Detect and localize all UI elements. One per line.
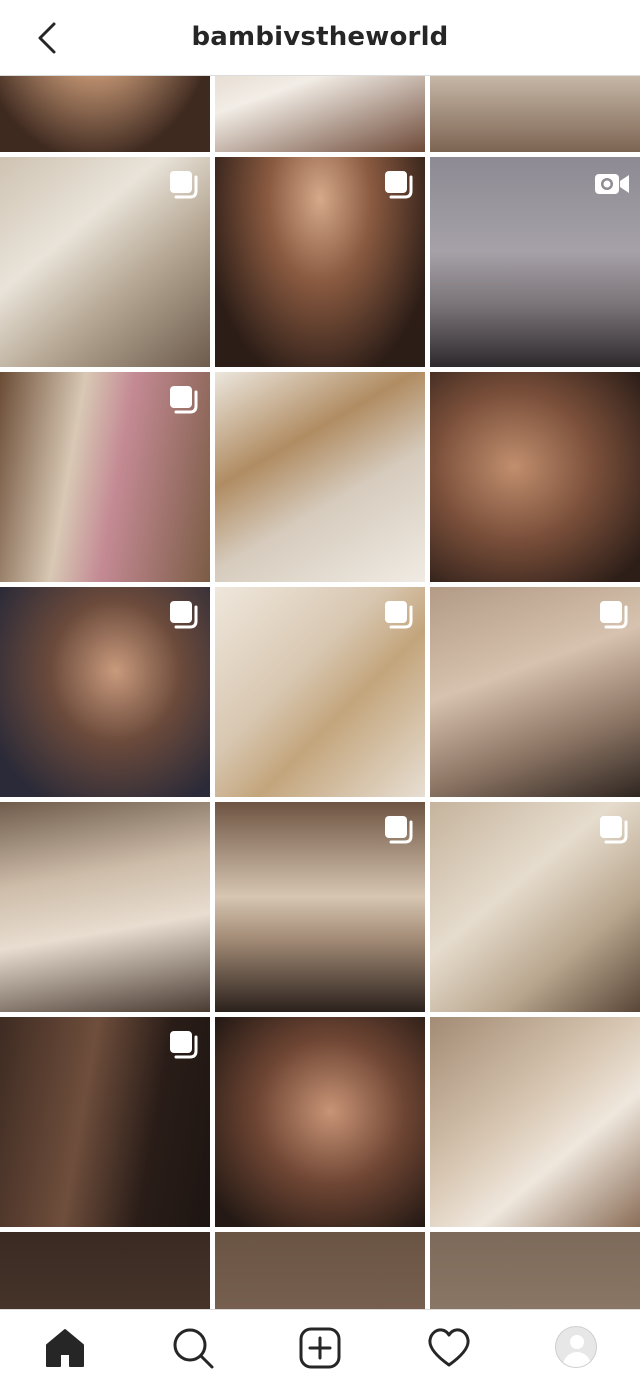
search-icon: [173, 1328, 214, 1369]
heart-icon: [428, 1328, 470, 1367]
carousel-icon: [383, 169, 413, 199]
carousel-icon: [598, 599, 628, 629]
nav-home-button[interactable]: [43, 1326, 87, 1370]
carousel-icon: [168, 169, 198, 199]
posts-grid-viewport[interactable]: [0, 76, 640, 1309]
nav-new-post-button[interactable]: [298, 1326, 342, 1370]
post-thumbnail[interactable]: [215, 1017, 425, 1227]
nav-search-button[interactable]: [171, 1326, 215, 1370]
posts-grid: [0, 76, 640, 1309]
post-thumbnail[interactable]: [215, 76, 425, 152]
carousel-icon: [598, 814, 628, 844]
post-thumbnail[interactable]: [215, 587, 425, 797]
home-icon: [46, 1329, 84, 1367]
post-thumbnail[interactable]: [215, 802, 425, 1012]
post-thumbnail[interactable]: [430, 1017, 640, 1227]
post-thumbnail[interactable]: [0, 372, 210, 582]
carousel-icon: [383, 814, 413, 844]
post-thumbnail[interactable]: [0, 587, 210, 797]
carousel-icon: [168, 599, 198, 629]
carousel-icon: [168, 384, 198, 414]
post-thumbnail[interactable]: [430, 1232, 640, 1309]
post-thumbnail[interactable]: [430, 587, 640, 797]
post-thumbnail[interactable]: [430, 372, 640, 582]
video-camera-icon: [594, 169, 630, 199]
carousel-icon: [383, 599, 413, 629]
nav-profile-button[interactable]: [555, 1326, 599, 1370]
post-thumbnail[interactable]: [0, 802, 210, 1012]
post-thumbnail[interactable]: [0, 157, 210, 367]
post-thumbnail[interactable]: [0, 1232, 210, 1309]
post-thumbnail[interactable]: [430, 802, 640, 1012]
post-thumbnail[interactable]: [430, 76, 640, 152]
nav-activity-button[interactable]: [427, 1326, 471, 1370]
carousel-icon: [168, 1029, 198, 1059]
bottom-navigation: [0, 1309, 640, 1386]
profile-username-title: bambivstheworld: [191, 22, 449, 52]
avatar-icon: [555, 1326, 597, 1368]
plus-square-icon: [299, 1327, 341, 1369]
post-thumbnail[interactable]: [0, 76, 210, 152]
post-thumbnail[interactable]: [215, 157, 425, 367]
post-thumbnail[interactable]: [215, 1232, 425, 1309]
post-thumbnail[interactable]: [0, 1017, 210, 1227]
post-thumbnail[interactable]: [215, 372, 425, 582]
top-bar: bambivstheworld: [0, 0, 640, 76]
post-thumbnail[interactable]: [430, 157, 640, 367]
